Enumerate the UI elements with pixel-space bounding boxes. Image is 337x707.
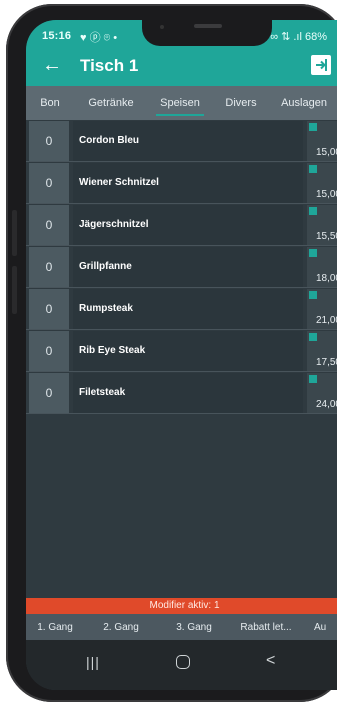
quantity-field[interactable]: 0 <box>29 289 69 329</box>
price-box[interactable]: 18,00 <box>307 247 337 287</box>
price-marker-icon <box>309 165 317 173</box>
price-marker-icon <box>309 291 317 299</box>
tab-getraenke[interactable]: Getränke <box>74 86 148 120</box>
discount-button[interactable]: Rabatt let... <box>230 622 302 633</box>
app-bar: ← Tisch 1 <box>26 48 337 86</box>
item-price: 15,00 <box>315 189 337 200</box>
status-bar: 15:16 ♥ ⓟ ⌾ • ∞ ⇅ .ıl 68% <box>26 20 337 48</box>
price-box[interactable]: 15,00 <box>307 121 337 161</box>
page-title: Tisch 1 <box>80 56 139 75</box>
list-item[interactable]: 0 Grillpfanne 18,00 <box>26 246 337 288</box>
list-item[interactable]: 0 Wiener Schnitzel 15,00 <box>26 162 337 204</box>
modifier-status-bar: Modifier aktiv: 1 <box>26 598 337 614</box>
course-button-1[interactable]: 1. Gang <box>26 622 84 633</box>
item-price: 21,00 <box>315 315 337 326</box>
quantity-field[interactable]: 0 <box>29 247 69 287</box>
course-button-3[interactable]: 3. Gang <box>158 622 230 633</box>
status-notification-icons: ♥ ⓟ ⌾ • <box>80 32 118 44</box>
price-box[interactable]: 15,00 <box>307 163 337 203</box>
tab-divers[interactable]: Divers <box>212 86 270 120</box>
speaker-grille <box>194 24 222 28</box>
course-button-2[interactable]: 2. Gang <box>84 622 158 633</box>
volume-down-button <box>12 266 17 314</box>
camera-icon <box>160 25 164 29</box>
volume-up-button <box>12 210 17 256</box>
price-box[interactable]: 21,00 <box>307 289 337 329</box>
screen: 15:16 ♥ ⓟ ⌾ • ∞ ⇅ .ıl 68% ← Tisch 1 Bon … <box>26 20 337 690</box>
home-icon[interactable] <box>176 655 190 669</box>
price-box[interactable]: 24,00 <box>307 373 337 413</box>
list-item[interactable]: 0 Rib Eye Steak 17,50 <box>26 330 337 372</box>
price-box[interactable]: 17,50 <box>307 331 337 371</box>
item-price: 15,50 <box>315 231 337 242</box>
list-item[interactable]: 0 Cordon Bleu 15,00 <box>26 120 337 162</box>
tab-speisen[interactable]: Speisen <box>148 86 212 120</box>
price-marker-icon <box>309 249 317 257</box>
list-item[interactable]: 0 Filetsteak 24,00 <box>26 372 337 414</box>
item-price: 24,00 <box>315 399 337 410</box>
arrow-left-icon[interactable]: ← <box>42 52 62 78</box>
item-price: 15,00 <box>315 147 337 158</box>
price-marker-icon <box>309 375 317 383</box>
recents-icon[interactable]: ||| <box>86 654 100 670</box>
tab-auslagen[interactable]: Auslagen <box>270 86 337 120</box>
phone-frame: 15:16 ♥ ⓟ ⌾ • ∞ ⇅ .ıl 68% ← Tisch 1 Bon … <box>6 4 337 702</box>
price-marker-icon <box>309 207 317 215</box>
status-time: 15:16 <box>42 30 72 42</box>
item-name[interactable]: Jägerschnitzel <box>73 205 303 245</box>
course-button-overflow[interactable]: Au <box>302 622 337 633</box>
system-nav-bar: ||| < <box>26 640 337 690</box>
item-name[interactable]: Grillpfanne <box>73 247 303 287</box>
item-name[interactable]: Rumpsteak <box>73 289 303 329</box>
price-box[interactable]: 15,50 <box>307 205 337 245</box>
quantity-field[interactable]: 0 <box>29 121 69 161</box>
item-price: 18,00 <box>315 273 337 284</box>
list-item[interactable]: 0 Jägerschnitzel 15,50 <box>26 204 337 246</box>
price-marker-icon <box>309 333 317 341</box>
status-system-icons: ∞ ⇅ .ıl 68% <box>270 31 327 43</box>
quantity-field[interactable]: 0 <box>29 331 69 371</box>
quantity-field[interactable]: 0 <box>29 205 69 245</box>
course-bar: 1. Gang 2. Gang 3. Gang Rabatt let... Au <box>26 614 337 640</box>
quantity-field[interactable]: 0 <box>29 373 69 413</box>
list-item[interactable]: 0 Rumpsteak 21,00 <box>26 288 337 330</box>
exit-icon[interactable] <box>311 55 331 75</box>
camera-notch <box>142 20 272 46</box>
back-icon[interactable]: < <box>266 652 275 670</box>
item-name[interactable]: Rib Eye Steak <box>73 331 303 371</box>
item-name[interactable]: Filetsteak <box>73 373 303 413</box>
item-price: 17,50 <box>315 357 337 368</box>
quantity-field[interactable]: 0 <box>29 163 69 203</box>
category-tabs: Bon Getränke Speisen Divers Auslagen <box>26 86 337 120</box>
item-name[interactable]: Wiener Schnitzel <box>73 163 303 203</box>
item-list: 0 Cordon Bleu 15,00 0 Wiener Schnitzel 1… <box>26 120 337 414</box>
item-name[interactable]: Cordon Bleu <box>73 121 303 161</box>
tab-bon[interactable]: Bon <box>26 86 74 120</box>
price-marker-icon <box>309 123 317 131</box>
